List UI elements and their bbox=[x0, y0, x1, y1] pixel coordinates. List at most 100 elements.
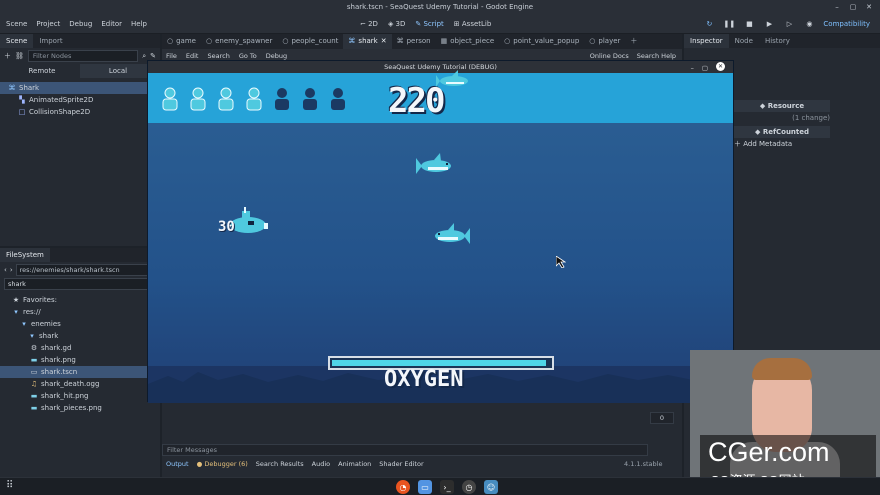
pause-icon[interactable]: ❚❚ bbox=[723, 18, 736, 30]
menu-debug[interactable]: Debug bbox=[69, 14, 92, 34]
scene-tab-enemy-spawner[interactable]: ○ enemy_spawner bbox=[201, 34, 277, 49]
tab-inspector[interactable]: Inspector bbox=[684, 34, 729, 48]
filter-nodes-input[interactable]: Filter Nodes bbox=[27, 50, 139, 62]
scene-tab-people-count[interactable]: ○ people_count bbox=[277, 34, 343, 49]
tab-search-results[interactable]: Search Results bbox=[256, 457, 304, 471]
scene-tab-shark[interactable]: ⌘ shark ✕ bbox=[343, 34, 392, 49]
node-collisionshape2d[interactable]: □ CollisionShape2D bbox=[0, 106, 160, 118]
tab-audio[interactable]: Audio bbox=[312, 457, 330, 471]
scene-tab-label: people_count bbox=[291, 37, 339, 45]
file-search-input[interactable]: shark ✕ bbox=[4, 278, 156, 290]
menu-editor[interactable]: Editor bbox=[101, 14, 122, 34]
refcounted-label: RefCounted bbox=[762, 128, 810, 136]
tab-node[interactable]: Node bbox=[729, 34, 759, 48]
refcounted-section[interactable]: ◆ RefCounted bbox=[734, 126, 830, 138]
tree-label: shark.tscn bbox=[41, 368, 78, 376]
menu-help[interactable]: Help bbox=[131, 14, 147, 34]
file-row[interactable]: ▬ shark_pieces.png bbox=[0, 402, 160, 414]
folder-icon: ▾ bbox=[22, 320, 26, 328]
scene-tab-player[interactable]: ○ player bbox=[584, 34, 625, 49]
scene-tab-person[interactable]: ⌘ person bbox=[392, 34, 436, 49]
node-animatedsprite2d[interactable]: ▚ AnimatedSprite2D bbox=[0, 94, 160, 106]
back-icon[interactable]: ‹ bbox=[4, 266, 7, 274]
file-row[interactable]: ⚙ shark.gd bbox=[0, 342, 160, 354]
tab-import[interactable]: Import bbox=[33, 34, 68, 48]
link-icon[interactable]: ⛓ bbox=[15, 52, 24, 60]
game-window: SeaQuest Udemy Tutorial (DEBUG) – ▢ ✕ 22… bbox=[147, 60, 734, 403]
scene-icon: ○ bbox=[504, 37, 511, 45]
presenter-hair bbox=[752, 358, 812, 380]
workspace-2d-button[interactable]: ⌐ 2D bbox=[360, 14, 378, 34]
folder-icon: ▾ bbox=[30, 332, 34, 340]
renderer-select[interactable]: Compatibility bbox=[823, 14, 870, 34]
stop-icon[interactable]: ■ bbox=[743, 18, 755, 30]
scene-icon: ⌘ bbox=[396, 37, 404, 45]
workspace-3d-button[interactable]: ◈ 3D bbox=[388, 14, 405, 34]
enemies-folder-row[interactable]: ▾ enemies bbox=[0, 318, 160, 330]
workspace-3d-label: 3D bbox=[395, 20, 406, 28]
forward-icon[interactable]: › bbox=[10, 266, 13, 274]
ubuntu-icon[interactable]: ◔ bbox=[396, 480, 410, 494]
maximize-icon[interactable]: ▢ bbox=[848, 2, 858, 12]
remote-debug-icon[interactable]: ↻ bbox=[703, 18, 715, 30]
node-shark[interactable]: ⌘ Shark bbox=[0, 82, 160, 94]
shark-folder-row[interactable]: ▾ shark bbox=[0, 330, 160, 342]
terminal-icon[interactable]: ›_ bbox=[440, 480, 454, 494]
scene-tab-label: person bbox=[406, 37, 431, 45]
file-row[interactable]: ▬ shark.png bbox=[0, 354, 160, 366]
rescued-person-icon bbox=[162, 87, 178, 111]
tab-scene[interactable]: Scene bbox=[0, 34, 34, 48]
script-attach-icon[interactable]: ✎ bbox=[150, 52, 156, 60]
path-field[interactable]: res://enemies/shark/shark.tscn bbox=[15, 264, 156, 276]
menu-project[interactable]: Project bbox=[36, 14, 60, 34]
scene-tabs: ○ game ○ enemy_spawner ○ people_count ⌘ shar… bbox=[162, 34, 682, 49]
tab-history[interactable]: History bbox=[759, 34, 796, 48]
game-close-icon[interactable]: ✕ bbox=[716, 62, 725, 71]
star-icon: ★ bbox=[12, 296, 20, 304]
tab-animation[interactable]: Animation bbox=[338, 457, 371, 471]
res-root-row[interactable]: ▾ res:// bbox=[0, 306, 160, 318]
close-tab-icon[interactable]: ✕ bbox=[381, 34, 387, 49]
files-icon[interactable]: ▭ bbox=[418, 480, 432, 494]
scene-tab-point-value-popup[interactable]: ○ point_value_popup bbox=[499, 34, 584, 49]
add-node-icon[interactable]: ＋ bbox=[4, 51, 11, 61]
movie-icon[interactable]: ◉ bbox=[803, 18, 815, 30]
resource-section[interactable]: ◆ Resource bbox=[734, 100, 830, 112]
plus-icon: ＋ bbox=[734, 140, 744, 148]
favorites-row[interactable]: ★ Favorites: bbox=[0, 294, 160, 306]
file-row[interactable]: ♫ shark_death.ogg bbox=[0, 378, 160, 390]
clock-icon[interactable]: ◷ bbox=[462, 480, 476, 494]
add-scene-tab-icon[interactable]: ＋ bbox=[625, 34, 642, 49]
tab-filesystem[interactable]: FileSystem bbox=[0, 248, 50, 262]
local-tab[interactable]: Local bbox=[80, 64, 156, 78]
tab-debugger[interactable]: ● Debugger (6) bbox=[197, 457, 248, 471]
tab-output[interactable]: Output bbox=[166, 457, 189, 471]
scene-tab-label: shark bbox=[358, 37, 378, 45]
node-label: Shark bbox=[19, 84, 40, 92]
workspace-assetlib-button[interactable]: ⊞ AssetLib bbox=[454, 14, 492, 34]
oxygen-label: OXYGEN bbox=[384, 367, 464, 392]
tree-label: shark bbox=[39, 332, 59, 340]
close-icon[interactable]: ✕ bbox=[864, 2, 874, 12]
file-row-selected[interactable]: ▭ shark.tscn bbox=[0, 366, 160, 378]
play-custom-icon[interactable]: ▷ bbox=[783, 18, 795, 30]
tab-debugger-label: Debugger (6) bbox=[204, 460, 248, 468]
play-scene-icon[interactable]: ▶ bbox=[763, 18, 775, 30]
scene-tab-game[interactable]: ○ game bbox=[162, 34, 201, 49]
scene-tab-object-piece[interactable]: ▦ object_piece bbox=[436, 34, 500, 49]
oxygen-fill bbox=[332, 360, 546, 366]
minimize-icon[interactable]: – bbox=[832, 2, 842, 12]
app-grid-icon[interactable]: ⠿ bbox=[6, 480, 13, 491]
menu-scene[interactable]: Scene bbox=[6, 14, 27, 34]
tree-label: Favorites: bbox=[23, 296, 57, 304]
area2d-icon: ⌘ bbox=[348, 37, 356, 45]
filter-messages-input[interactable]: Filter Messages bbox=[162, 444, 648, 456]
workspace-assetlib-label: AssetLib bbox=[461, 20, 492, 28]
file-row[interactable]: ▬ shark_hit.png bbox=[0, 390, 160, 402]
workspace-script-button[interactable]: ✎ Script bbox=[415, 14, 443, 34]
tab-shader-editor[interactable]: Shader Editor bbox=[379, 457, 423, 471]
remote-tab[interactable]: Remote bbox=[4, 64, 80, 78]
empty-person-slot-icon bbox=[275, 88, 289, 110]
watermark-title: CGer.com bbox=[708, 437, 830, 467]
godot-icon[interactable]: ☺ bbox=[484, 480, 498, 494]
